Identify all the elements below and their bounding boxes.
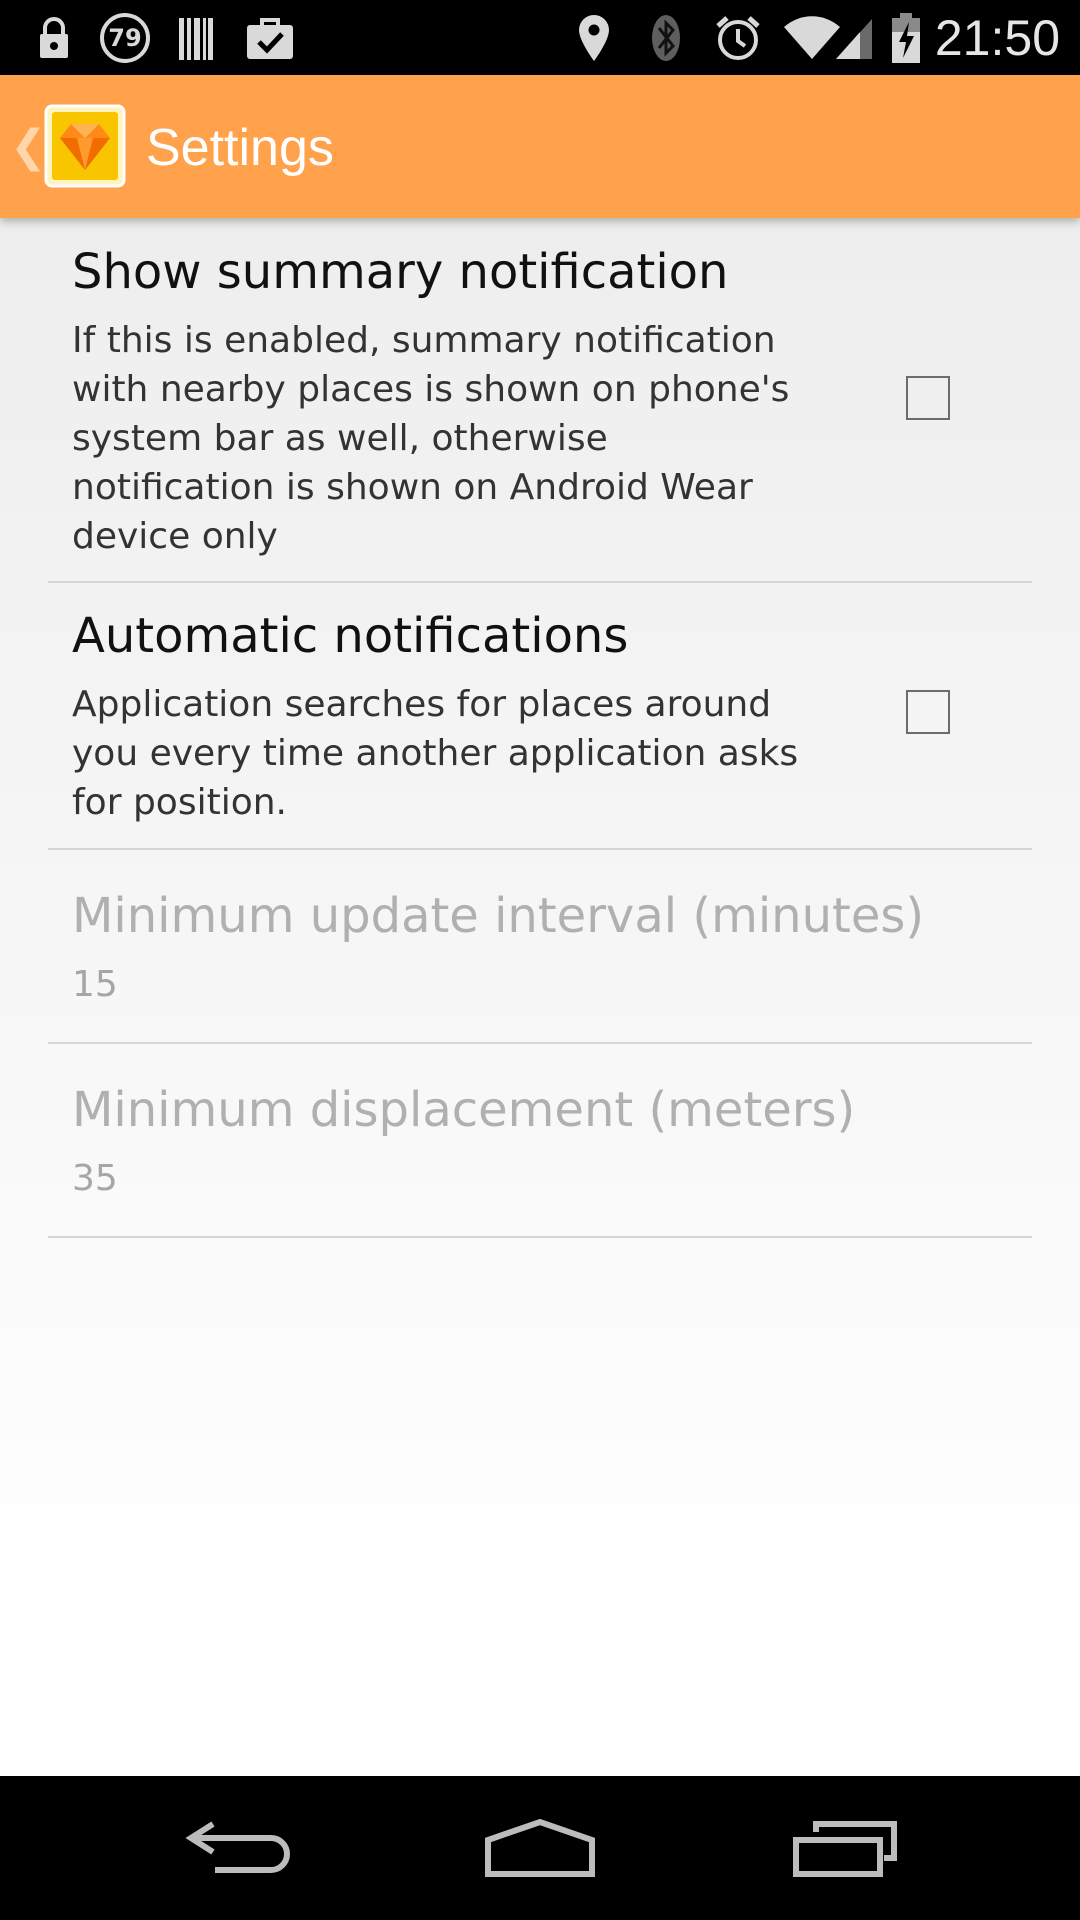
recents-icon[interactable]	[765, 1806, 925, 1890]
status-bar: 79 21:50	[0, 0, 1080, 75]
page-title: Settings	[146, 119, 334, 177]
settings-screen: 79 21:50 ❮ Settings Show summary notific…	[0, 0, 1080, 1920]
cell-signal-icon	[834, 10, 874, 66]
navigation-bar	[0, 1776, 1080, 1920]
status-clock: 21:50	[934, 10, 1060, 66]
summary-line: If this is enabled, summary notification	[72, 320, 776, 361]
action-bar: ❮ Settings	[0, 75, 1080, 218]
bluetooth-icon	[648, 10, 684, 66]
pref-title: Automatic notifications	[72, 608, 629, 664]
preferences-list: Show summary notification If this is ena…	[0, 218, 1080, 1776]
summary-line: device only	[72, 516, 278, 557]
summary-line: you every time another application asks	[72, 733, 799, 774]
notification-count-badge: 79	[100, 13, 150, 63]
pref-minimum-displacement[interactable]: Minimum displacement (meters) 35	[48, 1044, 1032, 1238]
summary-line: system bar as well, otherwise	[72, 418, 608, 459]
pref-summary: Application searches for places around y…	[72, 680, 872, 827]
lock-icon	[34, 10, 74, 66]
automatic-notifications-checkbox[interactable]	[906, 690, 950, 734]
pref-summary: If this is enabled, summary notification…	[72, 316, 872, 561]
wifi-icon	[782, 10, 842, 66]
app-icon[interactable]	[44, 104, 126, 188]
up-navigation-icon[interactable]: ❮	[10, 122, 47, 172]
pref-minimum-update-interval[interactable]: Minimum update interval (minutes) 15	[48, 850, 1032, 1044]
summary-line: for position.	[72, 782, 287, 823]
pref-title: Show summary notification	[72, 244, 729, 300]
pref-title: Minimum update interval (minutes)	[72, 888, 925, 944]
summary-line: Application searches for places around	[72, 684, 772, 725]
pref-value: 35	[72, 1158, 118, 1199]
pref-show-summary-notification[interactable]: Show summary notification If this is ena…	[48, 218, 1032, 583]
back-icon[interactable]	[160, 1806, 320, 1890]
show-summary-checkbox[interactable]	[906, 376, 950, 420]
summary-line: notification is shown on Android Wear	[72, 467, 753, 508]
pref-automatic-notifications[interactable]: Automatic notifications Application sear…	[48, 583, 1032, 850]
shopping-bag-check-icon	[244, 10, 296, 66]
alarm-icon	[714, 10, 762, 66]
pref-title: Minimum displacement (meters)	[72, 1082, 856, 1138]
summary-line: with nearby places is shown on phone's	[72, 369, 790, 410]
pref-value: 15	[72, 964, 118, 1005]
home-icon[interactable]	[460, 1806, 620, 1890]
barcode-icon	[176, 10, 216, 66]
location-pin-icon	[574, 10, 614, 66]
battery-charging-icon	[890, 10, 922, 66]
